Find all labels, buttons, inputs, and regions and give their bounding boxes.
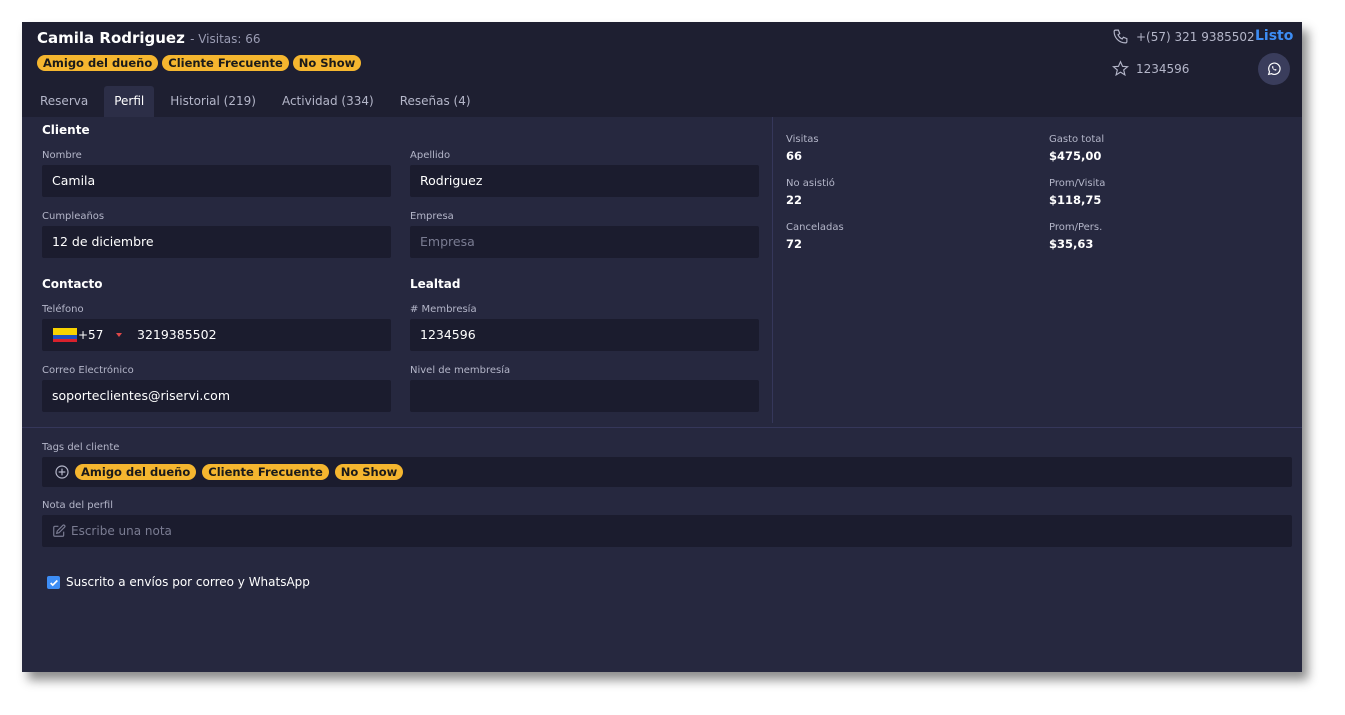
stat-avg-person-label: Prom/Pers. xyxy=(1049,222,1103,233)
add-circle-icon[interactable] xyxy=(54,464,70,480)
header-phone[interactable]: +(57) 321 9385502 xyxy=(1112,28,1255,45)
stat-noshow-value: 22 xyxy=(786,193,803,207)
birthday-label: Cumpleaños xyxy=(42,211,105,222)
birthday-field[interactable]: 12 de diciembre xyxy=(42,226,391,258)
email-label: Correo Electrónico xyxy=(42,365,134,376)
stat-visits-label: Visitas xyxy=(786,134,819,145)
profile-note-placeholder: Escribe una nota xyxy=(71,524,172,538)
phone-number-input[interactable]: 3219385502 xyxy=(137,319,217,351)
horizontal-divider xyxy=(22,427,1302,428)
stat-total-spend-label: Gasto total xyxy=(1049,134,1105,145)
tab-perfil[interactable]: Perfil xyxy=(104,86,155,117)
section-cliente-title: Cliente xyxy=(42,123,90,137)
header-membership: 1234596 xyxy=(1112,60,1189,77)
done-button[interactable]: Listo xyxy=(1255,28,1293,44)
tab-reserva[interactable]: Reserva xyxy=(30,86,98,117)
level-label: Nivel de membresía xyxy=(410,365,511,376)
stat-cancelled-label: Canceladas xyxy=(786,222,844,233)
stat-avg-visit-value: $118,75 xyxy=(1049,193,1102,207)
company-field[interactable]: Empresa xyxy=(410,226,759,258)
vertical-divider xyxy=(772,117,773,423)
whatsapp-button[interactable] xyxy=(1258,53,1290,85)
customer-name-line: Camila Rodriguez - Visitas: 66 xyxy=(37,29,261,47)
tag-cliente-frecuente[interactable]: Cliente Frecuente xyxy=(162,55,289,71)
company-label: Empresa xyxy=(410,211,454,222)
header-membership-number: 1234596 xyxy=(1136,61,1190,76)
first-name-label: Nombre xyxy=(42,150,82,161)
client-tags-label: Tags del cliente xyxy=(42,442,120,453)
subscribe-checkbox[interactable] xyxy=(47,576,60,589)
phone-icon xyxy=(1113,29,1128,44)
client-tag-no-show[interactable]: No Show xyxy=(334,464,404,480)
level-field[interactable] xyxy=(410,380,759,412)
star-icon xyxy=(1112,60,1129,77)
profile-header: Camila Rodriguez - Visitas: 66 Amigo del… xyxy=(22,22,1302,117)
stat-visits-value: 66 xyxy=(786,149,803,163)
phone-label: Teléfono xyxy=(42,304,84,315)
tag-amigo[interactable]: Amigo del dueño xyxy=(37,55,159,71)
email-field[interactable]: soporteclientes@riservi.com xyxy=(42,380,391,412)
last-name-label: Apellido xyxy=(410,150,451,161)
tag-no-show[interactable]: No Show xyxy=(292,55,362,71)
last-name-field[interactable]: Rodriguez xyxy=(410,165,759,197)
section-lealtad-title: Lealtad xyxy=(410,277,461,291)
stat-cancelled-value: 72 xyxy=(786,237,803,251)
membership-field[interactable]: 1234596 xyxy=(410,319,759,351)
customer-profile-window: Camila Rodriguez - Visitas: 66 Amigo del… xyxy=(22,22,1302,672)
whatsapp-icon xyxy=(1267,62,1281,76)
header-tags: Amigo del dueño Cliente Frecuente No Sho… xyxy=(37,55,362,71)
stat-noshow-label: No asistió xyxy=(786,178,835,189)
client-tag-amigo[interactable]: Amigo del dueño xyxy=(75,464,197,480)
phone-field[interactable]: +57 3219385502 xyxy=(42,319,391,351)
subscribe-label[interactable]: Suscrito a envíos por correo y WhatsApp xyxy=(66,575,310,589)
customer-name: Camila Rodriguez xyxy=(37,29,185,47)
client-tags-box[interactable]: Amigo del dueño Cliente Frecuente No Sho… xyxy=(42,457,1292,487)
client-tags-list: Amigo del dueño Cliente Frecuente No Sho… xyxy=(75,464,404,480)
profile-tabs: Reserva Perfil Historial (219) Actividad… xyxy=(30,86,487,117)
profile-note-field[interactable]: Escribe una nota xyxy=(42,515,1292,547)
first-name-field[interactable]: Camila xyxy=(42,165,391,197)
profile-note-label: Nota del perfil xyxy=(42,500,113,511)
section-contacto-title: Contacto xyxy=(42,277,103,291)
tab-resenas[interactable]: Reseñas (4) xyxy=(390,86,481,117)
checkmark-icon xyxy=(49,579,58,586)
caret-down-icon[interactable] xyxy=(116,333,122,337)
stat-avg-person-value: $35,63 xyxy=(1049,237,1094,251)
stat-total-spend-value: $475,00 xyxy=(1049,149,1102,163)
tab-actividad[interactable]: Actividad (334) xyxy=(272,86,384,117)
client-tag-cliente-frecuente[interactable]: Cliente Frecuente xyxy=(202,464,329,480)
header-phone-number: +(57) 321 9385502 xyxy=(1136,29,1255,44)
tab-historial[interactable]: Historial (219) xyxy=(160,86,266,117)
customer-visits: - Visitas: 66 xyxy=(190,32,261,46)
country-code[interactable]: +57 xyxy=(78,319,103,351)
membership-label: # Membresía xyxy=(410,304,477,315)
edit-icon xyxy=(53,524,66,537)
colombia-flag-icon[interactable] xyxy=(53,328,77,342)
stat-avg-visit-label: Prom/Visita xyxy=(1049,178,1106,189)
